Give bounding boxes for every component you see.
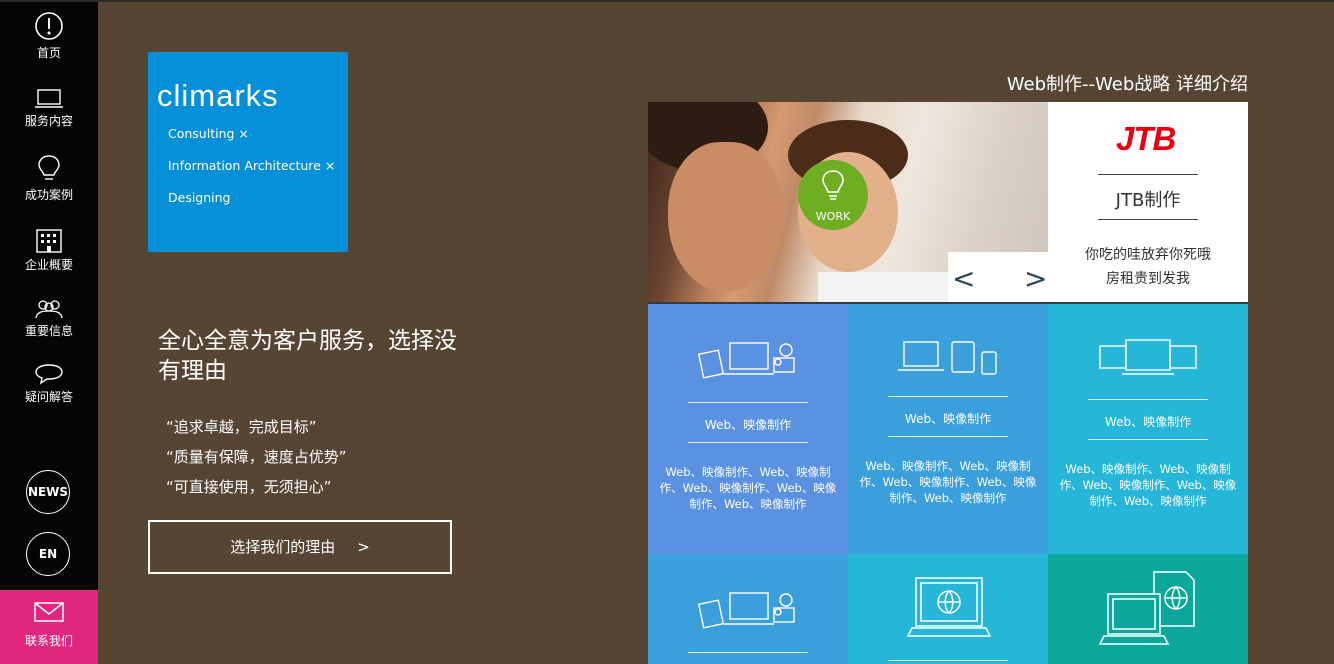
section-title[interactable]: Web制作--Web战略 详细介绍: [1000, 70, 1248, 96]
reasons-button[interactable]: 选择我们的理由 >: [148, 520, 452, 574]
divider: [1098, 219, 1198, 220]
service-tile[interactable]: Web、映像制作 Web、映像制作、Web、映像制作、Web、映像制作、Web、…: [848, 304, 1048, 554]
slider-next-button[interactable]: >: [1024, 262, 1047, 295]
news-button[interactable]: NEWS: [26, 470, 70, 514]
laptop-icon: [35, 89, 63, 108]
sidebar-item-label: 成功案例: [24, 188, 73, 202]
sidebar-item-home[interactable]: 首页: [0, 10, 98, 61]
exclamation-icon: [35, 12, 63, 40]
divider: [688, 652, 808, 653]
work-badge[interactable]: WORK: [798, 160, 868, 230]
lightbulb-icon: [38, 155, 60, 180]
tile-title: Web、映像制作: [704, 418, 792, 432]
chevron-right-icon: >: [357, 538, 370, 556]
logo-tagline: Consulting ×: [168, 126, 249, 141]
responsive-devices-icon: [898, 341, 997, 375]
devices-media-icon: [698, 342, 795, 379]
sidebar-item-label: 企业概要: [24, 258, 73, 272]
divider: [888, 660, 1008, 661]
tile-description: Web、映像制作、Web、映像制作、Web、映像制作、Web、映像制作、Web、…: [1059, 462, 1237, 508]
service-tile[interactable]: [848, 554, 1048, 664]
tile-description: Web、映像制作、Web、映像制作、Web、映像制作、Web、映像制作、Web、…: [659, 465, 837, 511]
sidebar-item-cases[interactable]: 成功案例: [0, 154, 98, 203]
sidebar-item-label: 服务内容: [24, 114, 73, 128]
case-card[interactable]: JTB JTB制作 你吃的哇放弃你死哦 房租贵到发我: [1048, 102, 1248, 302]
divider: [1098, 174, 1198, 175]
globe-laptop-icon: [906, 577, 992, 637]
reasons-button-label: 选择我们的理由: [230, 538, 336, 556]
divider: [688, 402, 808, 403]
tile-title: Web、映像制作: [904, 412, 992, 426]
sidebar-item-faq[interactable]: 疑问解答: [0, 362, 98, 405]
divider: [888, 396, 1008, 397]
sidebar-item-company[interactable]: 企业概要: [0, 228, 98, 273]
divider: [1088, 399, 1208, 400]
divider: [1088, 439, 1208, 440]
language-button[interactable]: EN: [26, 532, 70, 576]
sidebar-item-services[interactable]: 服务内容: [0, 88, 98, 129]
contact-button[interactable]: 联系我们: [0, 590, 98, 664]
service-tile[interactable]: Web、映像制作 Web、映像制作、Web、映像制作、Web、映像制作、Web、…: [1048, 304, 1248, 554]
devices-media-icon: [698, 592, 795, 629]
jtb-logo: JTB: [1116, 120, 1176, 157]
sidebar-item-label: 疑问解答: [24, 390, 73, 404]
sidebar-item-label: 首页: [36, 46, 61, 60]
contact-label: 联系我们: [24, 634, 73, 648]
people-icon: [35, 300, 63, 319]
tile-description: Web、映像制作、Web、映像制作、Web、映像制作、Web、映像制作、Web、…: [859, 459, 1037, 505]
logo-tagline: Designing: [168, 190, 231, 205]
top-border: [0, 0, 1334, 2]
envelope-icon: [34, 602, 64, 622]
sidebar-item-label: 重要信息: [24, 324, 73, 338]
logo-box[interactable]: climarks Consulting × Information Archit…: [148, 52, 348, 252]
tile-title: Web、映像制作: [1104, 415, 1192, 429]
logo: climarks: [157, 78, 279, 113]
divider: [688, 442, 808, 443]
hero-quote: “追求卓越，完成目标”: [166, 418, 317, 436]
logo-tagline: Information Architecture ×: [168, 158, 336, 173]
case-title: JTB制作: [1115, 190, 1181, 211]
work-label: WORK: [815, 210, 851, 223]
sidebar-item-notice[interactable]: 重要信息: [0, 298, 98, 339]
service-tile[interactable]: [1048, 554, 1248, 664]
lightbulb-icon: [822, 170, 844, 200]
speech-bubble-icon: [35, 364, 63, 385]
slider-prev-button[interactable]: <: [952, 262, 975, 295]
globe-document-icon: [1098, 571, 1195, 645]
hero-headline: 全心全意为客户服务，选择没有理由: [158, 328, 457, 384]
sidebar: 首页 服务内容 成功案例 企业概要 重要信息 疑问解答 NEWS EN 联系我们: [0, 2, 98, 664]
hero-quote: “质量有保障，速度占优势”: [166, 448, 347, 466]
building-icon: [36, 229, 62, 253]
case-description: 房租贵到发我: [1106, 271, 1190, 287]
multi-screen-icon: [1099, 339, 1197, 375]
service-tile[interactable]: Web、映像制作 Web、映像制作、Web、映像制作、Web、映像制作、Web、…: [648, 304, 848, 554]
divider: [888, 436, 1008, 437]
service-tile[interactable]: [648, 554, 848, 664]
case-description: 你吃的哇放弃你死哦: [1085, 247, 1211, 263]
hero-quote: “可直接使用，无须担心”: [166, 478, 332, 496]
